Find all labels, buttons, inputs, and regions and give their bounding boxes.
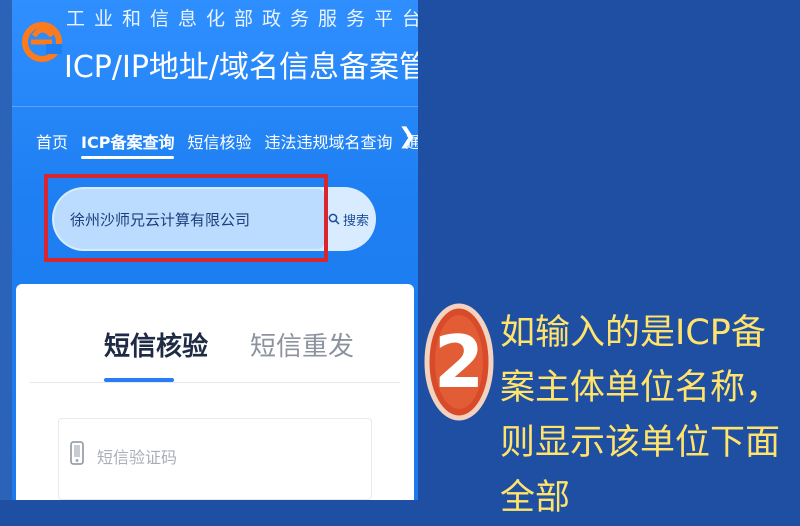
phone-screenshot: 工业和信息化部政务服务平台 ICP/IP地址/域名信息备案管理系统 首页 ICP… xyxy=(0,0,418,500)
nav-item-sms-verify[interactable]: 短信核验 xyxy=(187,129,251,153)
tab-sms-resend[interactable]: 短信重发 xyxy=(250,326,354,363)
card-tabs: 短信核验 短信重发 xyxy=(16,284,414,382)
sms-code-field xyxy=(58,418,372,500)
main-nav: 首页 ICP备案查询 短信核验 违法违规域名查询 通知公告 xyxy=(36,128,418,159)
sms-code-input[interactable] xyxy=(95,441,359,473)
phone-edge xyxy=(0,0,12,500)
agency-name: 工业和信息化部政务服务平台 xyxy=(66,8,418,30)
step-number-badge: 2 xyxy=(424,303,494,421)
nav-more-chevron-icon[interactable]: ❯ xyxy=(398,124,416,149)
system-title: ICP/IP地址/域名信息备案管理系统 xyxy=(64,50,418,85)
tabs-divider xyxy=(30,382,400,383)
nav-item-home[interactable]: 首页 xyxy=(36,129,68,153)
search-highlight-box xyxy=(44,174,328,262)
search-icon xyxy=(328,213,340,225)
nav-item-illegal-domain-query[interactable]: 违法违规域名查询 xyxy=(264,129,392,153)
phone-icon xyxy=(70,441,84,465)
search-button-label: 搜索 xyxy=(343,213,370,229)
sms-verify-card: 短信核验 短信重发 xyxy=(16,284,414,500)
search-button[interactable]: 搜索 xyxy=(328,205,369,233)
header-divider xyxy=(12,106,418,107)
step-number: 2 xyxy=(434,320,484,404)
nav-item-icp-query[interactable]: ICP备案查询 xyxy=(81,129,175,159)
e-logo-icon xyxy=(22,22,62,62)
instruction-text: 如输入的是ICP备案主体单位名称，则显示该单位下面全部 xyxy=(500,313,781,518)
tab-sms-verify[interactable]: 短信核验 xyxy=(104,326,208,363)
